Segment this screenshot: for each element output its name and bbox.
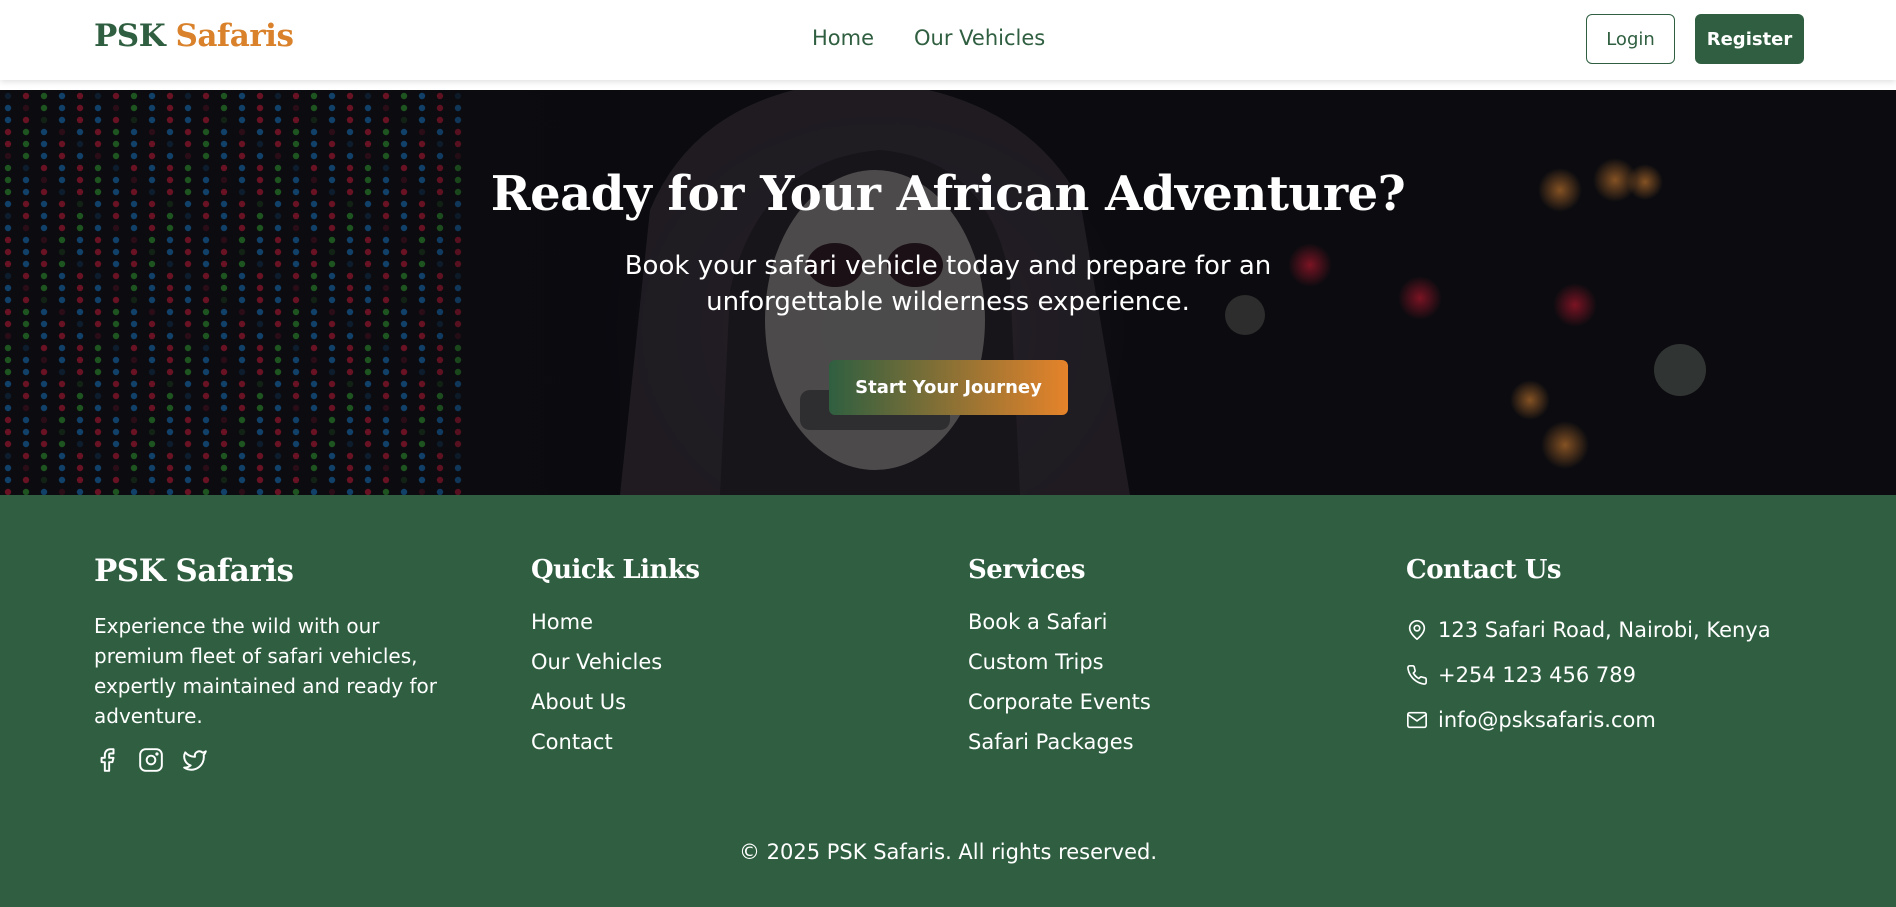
list-item: Corporate Events (968, 687, 1151, 727)
service-link-safari-packages[interactable]: Safari Packages (968, 730, 1134, 754)
footer-link-home[interactable]: Home (531, 610, 593, 634)
contact-phone-text[interactable]: +254 123 456 789 (1438, 660, 1636, 690)
footer-link-about[interactable]: About Us (531, 690, 626, 714)
site-footer: PSK Safaris Experience the wild with our… (0, 495, 1896, 907)
footer-link-contact[interactable]: Contact (531, 730, 613, 754)
list-item: About Us (531, 687, 700, 727)
hero-title: Ready for Your African Adventure? (490, 166, 1406, 222)
logo-text-psk: PSK (94, 18, 166, 54)
logo-text-safaris: Safaris (175, 18, 294, 54)
service-link-corporate-events[interactable]: Corporate Events (968, 690, 1151, 714)
facebook-icon[interactable] (94, 747, 120, 773)
list-item: Book a Safari (968, 607, 1151, 647)
service-link-custom-trips[interactable]: Custom Trips (968, 650, 1104, 674)
main-nav: Home Our Vehicles (812, 26, 1045, 50)
list-item: Home (531, 607, 700, 647)
contact-phone: +254 123 456 789 (1406, 652, 1771, 697)
phone-icon (1407, 664, 1427, 685)
service-link-book-safari[interactable]: Book a Safari (968, 610, 1107, 634)
map-pin-icon (1408, 619, 1426, 640)
footer-brand: PSK Safaris (94, 553, 294, 589)
register-button[interactable]: Register (1695, 14, 1804, 64)
logo[interactable]: PSK Safaris (94, 18, 294, 54)
list-item: Our Vehicles (531, 647, 700, 687)
social-links (94, 747, 474, 773)
contact-list: 123 Safari Road, Nairobi, Kenya +254 123… (1406, 607, 1771, 742)
footer-services-column: Services Book a Safari Custom Trips Corp… (968, 555, 1151, 767)
services-heading: Services (968, 555, 1086, 585)
footer-quick-links-column: Quick Links Home Our Vehicles About Us C… (531, 555, 700, 767)
login-button[interactable]: Login (1586, 14, 1675, 64)
mail-icon (1407, 711, 1427, 728)
list-item: Custom Trips (968, 647, 1151, 687)
contact-email-text[interactable]: info@psksafaris.com (1438, 705, 1656, 735)
twitter-icon[interactable] (182, 747, 208, 773)
footer-contact-column: Contact Us 123 Safari Road, Nairobi, Ken… (1406, 555, 1771, 742)
nav-home-link[interactable]: Home (812, 26, 874, 50)
footer-link-vehicles[interactable]: Our Vehicles (531, 650, 662, 674)
list-item: Contact (531, 727, 700, 767)
instagram-icon[interactable] (138, 747, 164, 773)
contact-address: 123 Safari Road, Nairobi, Kenya (1406, 607, 1771, 652)
quick-links-list: Home Our Vehicles About Us Contact (531, 607, 700, 767)
hero-subtitle: Book your safari vehicle today and prepa… (624, 251, 1272, 317)
footer-brand-column: PSK Safaris Experience the wild with our… (94, 553, 474, 773)
copyright: © 2025 PSK Safaris. All rights reserved. (738, 840, 1158, 864)
footer-description: Experience the wild with our premium fle… (94, 614, 437, 728)
services-list: Book a Safari Custom Trips Corporate Eve… (968, 607, 1151, 767)
hero-section: Ready for Your African Adventure? Book y… (0, 90, 1896, 495)
quick-links-heading: Quick Links (531, 555, 700, 585)
contact-email: info@psksafaris.com (1406, 697, 1771, 742)
site-header: PSK Safaris Home Our Vehicles Login Regi… (0, 0, 1896, 80)
start-journey-button[interactable]: Start Your Journey (829, 360, 1068, 415)
contact-address-text: 123 Safari Road, Nairobi, Kenya (1438, 617, 1771, 642)
list-item: Safari Packages (968, 727, 1151, 767)
nav-vehicles-link[interactable]: Our Vehicles (914, 26, 1045, 50)
contact-heading: Contact Us (1406, 555, 1561, 585)
